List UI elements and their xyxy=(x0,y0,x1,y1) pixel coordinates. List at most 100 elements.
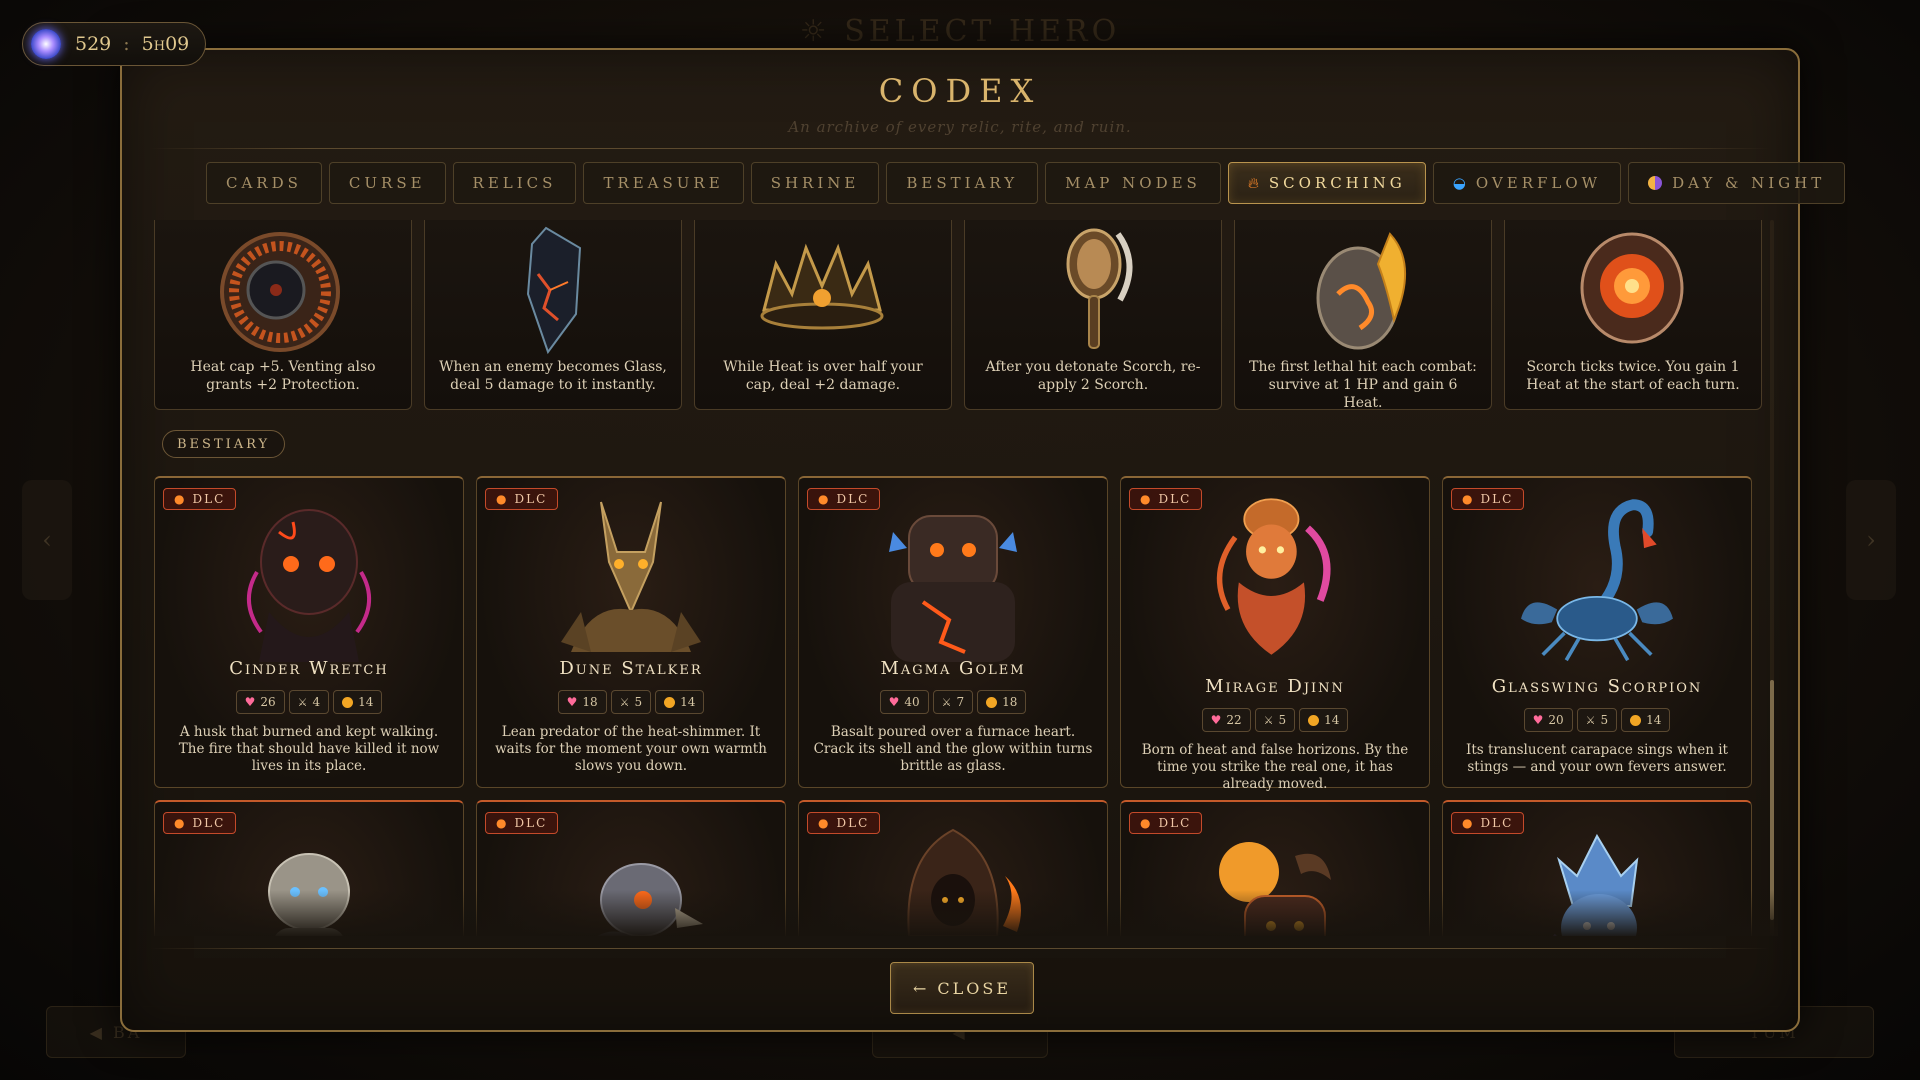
flame-icon: ● xyxy=(1462,816,1475,830)
ember-core-icon xyxy=(1580,232,1684,344)
bestiary-section-label: BESTIARY xyxy=(162,430,286,458)
beast-description: A husk that burned and kept walking. The… xyxy=(178,724,440,774)
tab-map-nodes[interactable]: MAP NODES xyxy=(1045,162,1221,204)
background-title: ☼ SELECT HERO xyxy=(799,14,1121,49)
bestiary-grid: ● DLC Cinder Wretch ♥ 26 ⚔ 4 14 A husk that… xyxy=(154,476,1762,936)
hp-value: 22 xyxy=(1226,713,1242,727)
flame-icon: ● xyxy=(496,816,509,830)
hp-stat: ♥ 22 xyxy=(1201,708,1251,732)
tab-shrine[interactable]: SHRINE xyxy=(750,162,880,204)
hand-mirror-icon xyxy=(1066,228,1133,349)
tab-curse[interactable]: CURSE xyxy=(328,162,446,204)
hp-value: 20 xyxy=(1548,713,1564,727)
flame-icon: ● xyxy=(174,492,187,506)
relic-card[interactable]: Heat cap +5. Venting also grants +2 Prot… xyxy=(154,220,412,410)
crossed-swords-icon: ⚔ xyxy=(941,695,952,709)
tab-day-night[interactable]: DAY & NIGHT xyxy=(1628,162,1846,204)
beast-name: Mirage Djinn xyxy=(1205,676,1345,697)
gold-value: 14 xyxy=(358,695,374,709)
relic-card[interactable]: When an enemy becomes Glass, deal 5 dama… xyxy=(424,220,682,410)
star-gem-icon xyxy=(31,29,61,59)
ember-crown-icon xyxy=(760,243,884,330)
beast-card-glasswing-scorpion[interactable]: ● DLC Glasswing Scorpion ♥ 20 ⚔ 5 14 Its tr… xyxy=(1442,476,1752,788)
codex-subtitle: An archive of every relic, rite, and rui… xyxy=(788,118,1132,136)
gold-value: 14 xyxy=(680,695,696,709)
relic-description: When an enemy becomes Glass, deal 5 dama… xyxy=(439,359,667,393)
beast-stats: ♥ 20 ⚔ 5 14 xyxy=(1443,708,1751,732)
relic-description: Scorch ticks twice. You gain 1 Heat at t… xyxy=(1526,359,1740,393)
hp-value: 18 xyxy=(582,695,598,709)
tab-cards[interactable]: CARDS xyxy=(206,162,322,204)
day-night-icon xyxy=(1648,176,1663,190)
title-divider xyxy=(150,148,1770,149)
attack-value: 7 xyxy=(956,695,965,709)
currency-amount: 529 xyxy=(75,33,112,55)
tab-overflow[interactable]: ◒ OVERFLOW xyxy=(1432,162,1622,204)
beast-card-dune-stalker[interactable]: ● DLC Dune Stalker ♥ 18 ⚔ 5 14 Lean predato… xyxy=(476,476,786,788)
beast-card-magma-golem[interactable]: ● DLC Magma Golem ♥ 40 ⚔ 7 18 Basalt poured… xyxy=(798,476,1108,788)
glasswing-scorpion-icon xyxy=(1521,499,1673,662)
currency-separator: : xyxy=(123,33,130,55)
tab-scorching[interactable]: 🔥︎ SCORCHING xyxy=(1227,162,1426,204)
tab-label: DAY & NIGHT xyxy=(1672,174,1826,192)
tab-treasure[interactable]: TREASURE xyxy=(583,162,744,204)
beast-stats: ♥ 26 ⚔ 4 14 xyxy=(155,690,463,714)
gold-value: 14 xyxy=(1324,713,1340,727)
mirage-djinn-icon xyxy=(1216,498,1331,655)
relic-card[interactable]: Scorch ticks twice. You gain 1 Heat at t… xyxy=(1504,220,1762,410)
tab-label: RELICS xyxy=(472,174,557,192)
glass-shard-icon xyxy=(526,226,582,355)
tab-label: SHRINE xyxy=(770,174,860,192)
wave-icon: ◒ xyxy=(1452,174,1466,192)
gold-stat: 14 xyxy=(655,690,705,714)
relic-description: After you detonate Scorch, re-apply 2 Sc… xyxy=(985,359,1201,393)
hp-stat: ♥ 18 xyxy=(557,690,607,714)
beast-stats: ♥ 22 ⚔ 5 14 xyxy=(1121,708,1429,732)
hp-value: 40 xyxy=(904,695,920,709)
beast-name: Magma Golem xyxy=(880,658,1026,679)
background-right-arrow: › xyxy=(1846,480,1896,600)
beast-card-mirage-djinn[interactable]: ● DLC Mirage Djinn ♥ 22 ⚔ 5 14 Born of heat… xyxy=(1120,476,1430,792)
relic-card[interactable]: After you detonate Scorch, re-apply 2 Sc… xyxy=(964,220,1222,410)
gold-stat: 14 xyxy=(1621,708,1671,732)
crossed-swords-icon: ⚔ xyxy=(619,695,630,709)
tab-label: MAP NODES xyxy=(1065,174,1201,192)
hp-value: 26 xyxy=(260,695,276,709)
gold-stat: 14 xyxy=(1299,708,1349,732)
tab-label: OVERFLOW xyxy=(1475,174,1602,192)
tab-label: CURSE xyxy=(348,174,426,192)
coin-icon xyxy=(664,696,676,708)
tab-relics[interactable]: RELICS xyxy=(452,162,577,204)
background-left-arrow: ‹ xyxy=(22,480,72,600)
codex-scroll-area[interactable]: Heat cap +5. Venting also grants +2 Prot… xyxy=(154,220,1778,936)
close-button[interactable]: ← CLOSE xyxy=(890,962,1034,1014)
hp-stat: ♥ 40 xyxy=(879,690,929,714)
cinder-wretch-icon xyxy=(246,509,372,662)
tab-bestiary[interactable]: BESTIARY xyxy=(886,162,1039,204)
gold-stat: 14 xyxy=(333,690,383,714)
crossed-swords-icon: ⚔ xyxy=(297,695,308,709)
magma-golem-icon xyxy=(889,515,1017,662)
attack-value: 5 xyxy=(1278,713,1287,727)
attack-value: 5 xyxy=(634,695,643,709)
beast-name: Glasswing Scorpion xyxy=(1491,676,1703,697)
codex-title: CODEX xyxy=(878,72,1042,110)
heart-icon: ♥ xyxy=(244,695,256,709)
coin-icon xyxy=(342,696,354,708)
relic-card[interactable]: The first lethal hit each combat: surviv… xyxy=(1234,220,1492,411)
gold-value: 18 xyxy=(1002,695,1018,709)
flame-icon: 🔥︎ xyxy=(1247,174,1259,192)
coin-icon xyxy=(1630,714,1642,726)
heart-icon: ♥ xyxy=(566,695,578,709)
heart-icon: ♥ xyxy=(1210,713,1222,727)
codex-modal: CODEX An archive of every relic, rite, a… xyxy=(120,48,1846,1032)
beast-description: Born of heat and false horizons. By the … xyxy=(1141,742,1409,792)
beast-card-cinder-wretch[interactable]: ● DLC Cinder Wretch ♥ 26 ⚔ 4 14 A husk that… xyxy=(154,476,464,788)
beast-stats: ♥ 18 ⚔ 5 14 xyxy=(477,690,785,714)
beast-description: Its translucent carapace sings when it s… xyxy=(1466,742,1728,775)
attack-stat: ⚔ 5 xyxy=(610,690,652,714)
relic-card[interactable]: While Heat is over half your cap, deal +… xyxy=(694,220,952,410)
coin-icon xyxy=(986,696,998,708)
heart-icon: ♥ xyxy=(888,695,900,709)
flame-icon: ● xyxy=(174,816,187,830)
